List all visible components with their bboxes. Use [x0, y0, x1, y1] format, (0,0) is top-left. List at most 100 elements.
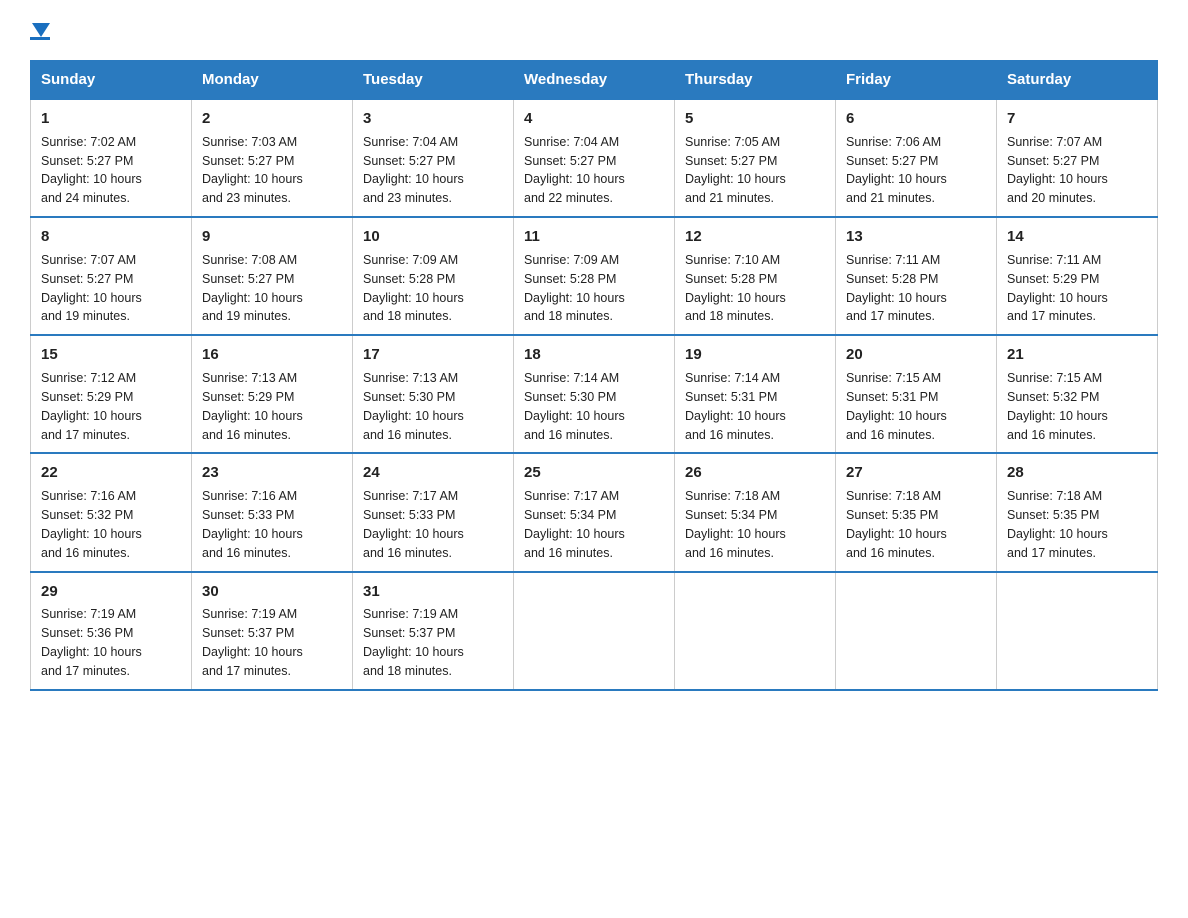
day-info: Sunrise: 7:11 AMSunset: 5:28 PMDaylight:…	[846, 253, 947, 324]
calendar-cell: 13 Sunrise: 7:11 AMSunset: 5:28 PMDayligh…	[836, 217, 997, 335]
day-number: 1	[41, 108, 181, 130]
logo	[30, 25, 50, 40]
calendar-cell: 1 Sunrise: 7:02 AMSunset: 5:27 PMDaylight…	[31, 99, 192, 217]
calendar-cell: 18 Sunrise: 7:14 AMSunset: 5:30 PMDayligh…	[514, 335, 675, 453]
day-number: 17	[363, 344, 503, 366]
calendar-cell	[675, 572, 836, 690]
day-info: Sunrise: 7:13 AMSunset: 5:30 PMDaylight:…	[363, 371, 464, 442]
day-info: Sunrise: 7:17 AMSunset: 5:33 PMDaylight:…	[363, 489, 464, 560]
calendar-cell: 17 Sunrise: 7:13 AMSunset: 5:30 PMDayligh…	[353, 335, 514, 453]
calendar-cell: 29 Sunrise: 7:19 AMSunset: 5:36 PMDayligh…	[31, 572, 192, 690]
calendar-cell: 6 Sunrise: 7:06 AMSunset: 5:27 PMDaylight…	[836, 99, 997, 217]
day-number: 4	[524, 108, 664, 130]
calendar-cell: 28Sunrise: 7:18 AMSunset: 5:35 PMDayligh…	[997, 453, 1158, 571]
day-info: Sunrise: 7:11 AMSunset: 5:29 PMDaylight:…	[1007, 253, 1108, 324]
day-number: 26	[685, 462, 825, 484]
day-number: 6	[846, 108, 986, 130]
week-row-4: 22Sunrise: 7:16 AMSunset: 5:32 PMDayligh…	[31, 453, 1158, 571]
day-info: Sunrise: 7:09 AMSunset: 5:28 PMDaylight:…	[363, 253, 464, 324]
day-number: 27	[846, 462, 986, 484]
day-number: 21	[1007, 344, 1147, 366]
calendar-cell: 19Sunrise: 7:14 AMSunset: 5:31 PMDayligh…	[675, 335, 836, 453]
calendar-cell: 7 Sunrise: 7:07 AMSunset: 5:27 PMDaylight…	[997, 99, 1158, 217]
day-number: 29	[41, 581, 181, 603]
weekday-header-saturday: Saturday	[997, 61, 1158, 100]
calendar-cell: 31Sunrise: 7:19 AMSunset: 5:37 PMDayligh…	[353, 572, 514, 690]
day-info: Sunrise: 7:17 AMSunset: 5:34 PMDaylight:…	[524, 489, 625, 560]
day-info: Sunrise: 7:07 AMSunset: 5:27 PMDaylight:…	[1007, 135, 1108, 206]
weekday-header-tuesday: Tuesday	[353, 61, 514, 100]
day-number: 16	[202, 344, 342, 366]
calendar-cell: 24 Sunrise: 7:17 AMSunset: 5:33 PMDayligh…	[353, 453, 514, 571]
calendar-cell: 15Sunrise: 7:12 AMSunset: 5:29 PMDayligh…	[31, 335, 192, 453]
day-info: Sunrise: 7:04 AMSunset: 5:27 PMDaylight:…	[524, 135, 625, 206]
day-info: Sunrise: 7:13 AMSunset: 5:29 PMDaylight:…	[202, 371, 303, 442]
weekday-header-sunday: Sunday	[31, 61, 192, 100]
day-number: 23	[202, 462, 342, 484]
day-number: 2	[202, 108, 342, 130]
day-number: 25	[524, 462, 664, 484]
week-row-1: 1 Sunrise: 7:02 AMSunset: 5:27 PMDaylight…	[31, 99, 1158, 217]
day-number: 5	[685, 108, 825, 130]
calendar-cell: 25 Sunrise: 7:17 AMSunset: 5:34 PMDayligh…	[514, 453, 675, 571]
calendar-cell: 21 Sunrise: 7:15 AMSunset: 5:32 PMDayligh…	[997, 335, 1158, 453]
calendar-cell: 12 Sunrise: 7:10 AMSunset: 5:28 PMDayligh…	[675, 217, 836, 335]
day-number: 10	[363, 226, 503, 248]
weekday-header-thursday: Thursday	[675, 61, 836, 100]
day-info: Sunrise: 7:10 AMSunset: 5:28 PMDaylight:…	[685, 253, 786, 324]
day-number: 3	[363, 108, 503, 130]
day-info: Sunrise: 7:18 AMSunset: 5:34 PMDaylight:…	[685, 489, 786, 560]
day-info: Sunrise: 7:12 AMSunset: 5:29 PMDaylight:…	[41, 371, 142, 442]
calendar-cell: 27Sunrise: 7:18 AMSunset: 5:35 PMDayligh…	[836, 453, 997, 571]
day-info: Sunrise: 7:08 AMSunset: 5:27 PMDaylight:…	[202, 253, 303, 324]
weekday-header-row: SundayMondayTuesdayWednesdayThursdayFrid…	[31, 61, 1158, 100]
day-info: Sunrise: 7:14 AMSunset: 5:30 PMDaylight:…	[524, 371, 625, 442]
calendar-table: SundayMondayTuesdayWednesdayThursdayFrid…	[30, 60, 1158, 691]
calendar-cell: 23 Sunrise: 7:16 AMSunset: 5:33 PMDayligh…	[192, 453, 353, 571]
day-number: 13	[846, 226, 986, 248]
day-info: Sunrise: 7:04 AMSunset: 5:27 PMDaylight:…	[363, 135, 464, 206]
calendar-cell: 30 Sunrise: 7:19 AMSunset: 5:37 PMDayligh…	[192, 572, 353, 690]
day-info: Sunrise: 7:19 AMSunset: 5:37 PMDaylight:…	[202, 607, 303, 678]
logo-triangle-icon	[32, 23, 50, 37]
day-info: Sunrise: 7:07 AMSunset: 5:27 PMDaylight:…	[41, 253, 142, 324]
logo-underline	[30, 37, 50, 40]
calendar-cell: 14 Sunrise: 7:11 AMSunset: 5:29 PMDayligh…	[997, 217, 1158, 335]
week-row-5: 29 Sunrise: 7:19 AMSunset: 5:36 PMDayligh…	[31, 572, 1158, 690]
week-row-2: 8 Sunrise: 7:07 AMSunset: 5:27 PMDaylight…	[31, 217, 1158, 335]
day-info: Sunrise: 7:02 AMSunset: 5:27 PMDaylight:…	[41, 135, 142, 206]
day-info: Sunrise: 7:16 AMSunset: 5:33 PMDaylight:…	[202, 489, 303, 560]
day-number: 24	[363, 462, 503, 484]
day-number: 18	[524, 344, 664, 366]
calendar-cell: 16 Sunrise: 7:13 AMSunset: 5:29 PMDayligh…	[192, 335, 353, 453]
calendar-cell: 26 Sunrise: 7:18 AMSunset: 5:34 PMDayligh…	[675, 453, 836, 571]
day-number: 30	[202, 581, 342, 603]
calendar-cell: 2 Sunrise: 7:03 AMSunset: 5:27 PMDaylight…	[192, 99, 353, 217]
day-info: Sunrise: 7:15 AMSunset: 5:31 PMDaylight:…	[846, 371, 947, 442]
day-number: 9	[202, 226, 342, 248]
day-number: 20	[846, 344, 986, 366]
day-info: Sunrise: 7:18 AMSunset: 5:35 PMDaylight:…	[1007, 489, 1108, 560]
calendar-cell	[836, 572, 997, 690]
day-number: 8	[41, 226, 181, 248]
week-row-3: 15Sunrise: 7:12 AMSunset: 5:29 PMDayligh…	[31, 335, 1158, 453]
calendar-cell: 4 Sunrise: 7:04 AMSunset: 5:27 PMDaylight…	[514, 99, 675, 217]
calendar-cell: 5Sunrise: 7:05 AMSunset: 5:27 PMDaylight…	[675, 99, 836, 217]
day-info: Sunrise: 7:06 AMSunset: 5:27 PMDaylight:…	[846, 135, 947, 206]
calendar-cell: 10 Sunrise: 7:09 AMSunset: 5:28 PMDayligh…	[353, 217, 514, 335]
day-number: 7	[1007, 108, 1147, 130]
day-number: 19	[685, 344, 825, 366]
calendar-cell: 3 Sunrise: 7:04 AMSunset: 5:27 PMDaylight…	[353, 99, 514, 217]
weekday-header-friday: Friday	[836, 61, 997, 100]
day-number: 12	[685, 226, 825, 248]
page-header	[30, 20, 1158, 40]
day-info: Sunrise: 7:03 AMSunset: 5:27 PMDaylight:…	[202, 135, 303, 206]
calendar-cell: 8 Sunrise: 7:07 AMSunset: 5:27 PMDaylight…	[31, 217, 192, 335]
day-info: Sunrise: 7:19 AMSunset: 5:36 PMDaylight:…	[41, 607, 142, 678]
day-number: 22	[41, 462, 181, 484]
day-number: 14	[1007, 226, 1147, 248]
day-info: Sunrise: 7:09 AMSunset: 5:28 PMDaylight:…	[524, 253, 625, 324]
day-number: 31	[363, 581, 503, 603]
calendar-cell: 22Sunrise: 7:16 AMSunset: 5:32 PMDayligh…	[31, 453, 192, 571]
day-info: Sunrise: 7:15 AMSunset: 5:32 PMDaylight:…	[1007, 371, 1108, 442]
